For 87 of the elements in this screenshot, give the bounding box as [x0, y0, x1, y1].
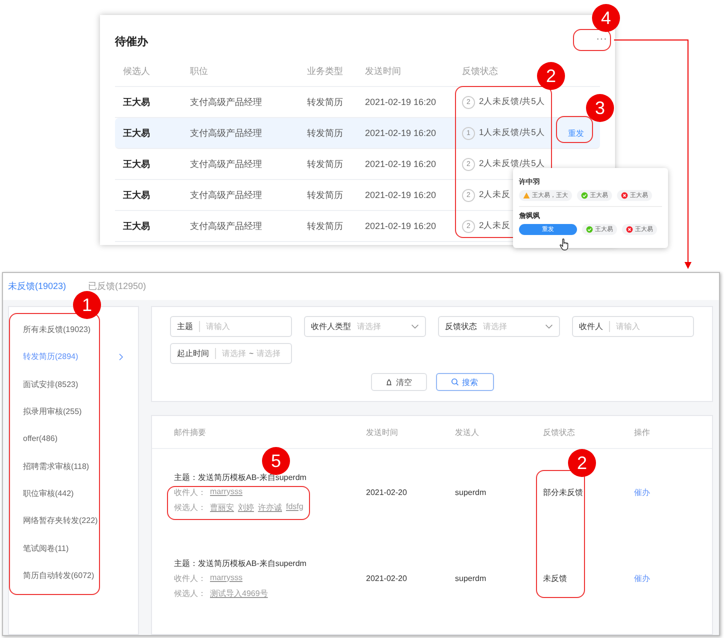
table-cell-text: superdm [455, 574, 488, 582]
sidebar-item[interactable]: offer(486) [23, 434, 58, 444]
field-label: 收件人： [174, 572, 206, 584]
column-header: 发送时间 [366, 426, 398, 438]
error-icon [626, 226, 633, 233]
table-cell-text: 转发简历 [307, 188, 344, 202]
candidate-link[interactable]: 许亦诚 [258, 502, 282, 512]
sidebar-item[interactable]: 招聘需求审核(118) [23, 460, 90, 472]
table-cell-text: 王大易 [123, 96, 151, 108]
table-cell-text: 王大易 [123, 126, 151, 140]
column-header: 反馈状态 [543, 426, 575, 438]
sidebar-item[interactable]: 笔试阅卷(11) [23, 542, 69, 554]
dropdown-caret-icon [411, 324, 419, 329]
table-cell-text: 2021-02-20 [366, 574, 408, 582]
tab[interactable]: 未反馈(19023) [8, 280, 66, 293]
recipient-link[interactable]: marrysss [210, 572, 242, 584]
mail-subject: 主题：发送简历模板AB-来自superdm [174, 558, 308, 568]
table-cell-text: 王大易 [123, 188, 151, 202]
recipient-link[interactable]: marrysss [210, 486, 242, 498]
select-field[interactable]: 收件人类型 请选择 [304, 316, 426, 337]
search-button[interactable]: 搜索 [436, 373, 494, 391]
table-cell-text: 转发简历 [307, 126, 344, 140]
sidebar-item[interactable]: 面试安排(8523) [23, 378, 78, 390]
column-header: 候选人 [123, 64, 150, 78]
column-header: 发送时间 [365, 64, 401, 78]
field-label: 收件人： [174, 486, 206, 498]
sidebar-item[interactable]: 所有未反馈(19023) [23, 324, 91, 336]
callout-number: 4 [592, 4, 620, 32]
candidate-link[interactable]: 曹丽安 [210, 502, 234, 512]
candidate-link[interactable]: fdsfg [286, 502, 304, 512]
input-field[interactable]: 收件人 请输入 [572, 316, 694, 337]
table-cell-text: 支付高级产品经理 [190, 158, 263, 170]
table-cell: 2人未反馈/共5人 [479, 96, 545, 108]
table-cell-text: 部分未反馈 [543, 486, 584, 498]
table-cell-text: 2021-02-20 [366, 488, 408, 496]
column-header: 邮件摘要 [174, 426, 206, 438]
dropdown-caret-icon [545, 324, 553, 329]
check-icon [586, 226, 593, 233]
remind-link[interactable]: 催办 [634, 488, 650, 496]
candidate-link[interactable]: 刘婷 [238, 502, 254, 512]
check-icon [581, 192, 588, 199]
table-cell: 2人未反馈/共5人 [479, 158, 545, 170]
table-cell-text: 转发简历 [307, 158, 344, 170]
table-cell: 2人未反 [479, 220, 511, 232]
column-header: 反馈状态 [462, 64, 498, 78]
table-cell-text: 2021-02-19 16:20 [365, 128, 438, 138]
sidebar-item[interactable]: 拟录用审核(255) [23, 406, 82, 418]
table-cell: 2人未反 [479, 189, 511, 201]
table-cell-text: 转发简历 [307, 96, 344, 108]
search-icon [451, 378, 459, 386]
column-header: 职位 [190, 64, 208, 78]
card-title: 待催办 [115, 34, 148, 49]
warning-icon [523, 192, 530, 199]
table-cell-text: 2021-02-19 16:20 [365, 190, 438, 200]
table-cell-text: 支付高级产品经理 [190, 96, 263, 108]
field-label: 候选人： [174, 588, 206, 598]
column-header: 操作 [634, 426, 650, 438]
table-cell-text: 未反馈 [543, 572, 568, 584]
table-cell-text: 支付高级产品经理 [190, 220, 263, 232]
sidebar-item[interactable]: 职位审核(442) [23, 488, 74, 499]
select-field[interactable]: 反馈状态 请选择 [438, 316, 560, 337]
table-cell-text: 王大易 [123, 220, 151, 232]
table-cell-text: 王大易 [123, 158, 151, 170]
column-header: 发送人 [455, 426, 479, 438]
table-cell-text: 2021-02-19 16:20 [365, 97, 438, 107]
candidate-link[interactable]: 测试导入4969号 [210, 588, 268, 598]
more-button[interactable]: ··· [596, 33, 607, 45]
sidebar-item[interactable]: 网络暂存夹转发(222) [23, 515, 98, 526]
table-cell-text: superdm [455, 488, 488, 496]
sidebar-item[interactable]: 转发简历(2894) [23, 351, 78, 362]
date-range-field[interactable]: 起止时间 请选择 ~ 请选择 [170, 343, 292, 364]
remind-link[interactable]: 催办 [634, 574, 650, 582]
error-icon [621, 192, 628, 199]
table-cell-text: 2021-02-19 16:20 [365, 159, 438, 169]
chevron-right-icon [118, 352, 124, 361]
resend-link[interactable]: 重发 [568, 128, 584, 138]
field-label: 候选人： [174, 502, 206, 512]
table-cell-text: 2021-02-19 16:20 [365, 221, 438, 231]
table-cell-text: 转发简历 [307, 220, 344, 232]
table-cell-text: 支付高级产品经理 [190, 126, 263, 140]
sidebar-item[interactable]: 简历自动转发(6072) [23, 570, 94, 581]
table-cell-text: 支付高级产品经理 [190, 188, 263, 202]
table-cell: 1人未反馈/共5人 [479, 127, 545, 139]
input-field[interactable]: 主题 请输入 [170, 316, 292, 337]
tab[interactable]: 已反馈(12950) [88, 280, 146, 293]
column-header: 业务类型 [307, 64, 343, 78]
clear-button[interactable]: 清空 [370, 373, 426, 391]
